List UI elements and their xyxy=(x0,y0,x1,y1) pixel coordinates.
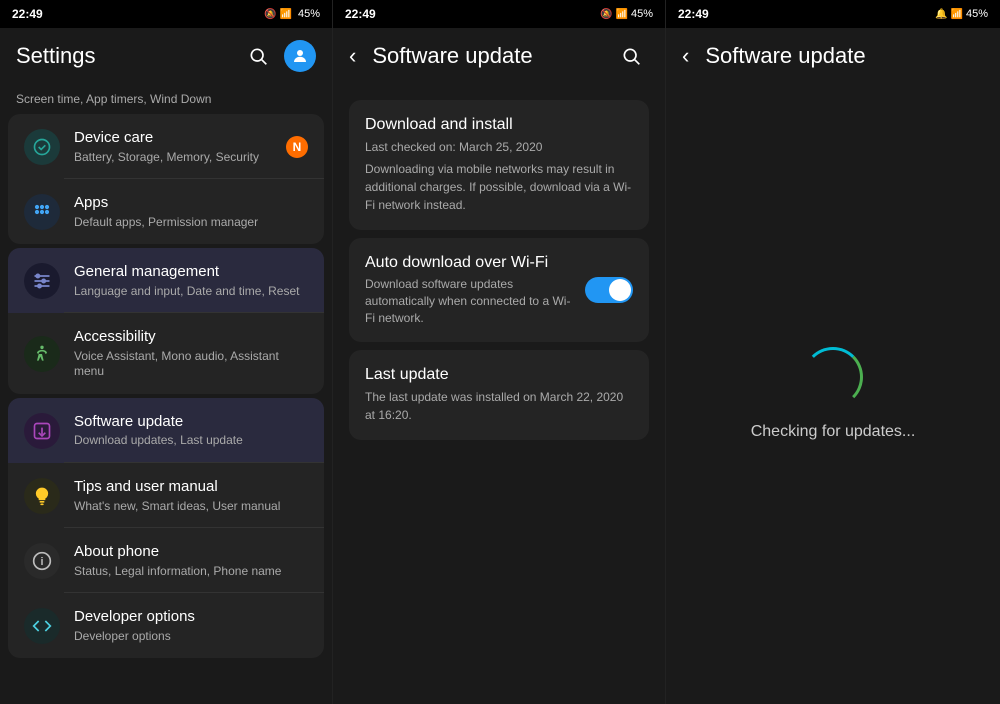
signal-icon-2: 📶 xyxy=(616,9,628,20)
auto-download-toggle[interactable] xyxy=(585,277,633,303)
settings-group-2: General management Language and input, D… xyxy=(8,248,324,394)
search-button-2[interactable] xyxy=(613,38,649,74)
developer-title: Developer options xyxy=(74,607,308,627)
settings-header: Settings xyxy=(0,28,332,84)
battery-text-3: 45% xyxy=(966,8,988,20)
download-desc1: Last checked on: March 25, 2020 xyxy=(365,138,633,156)
software-title: Software update xyxy=(74,412,308,432)
settings-item-developer[interactable]: Developer options Developer options xyxy=(8,593,324,658)
settings-item-general[interactable]: General management Language and input, D… xyxy=(8,248,324,313)
status-icons-2: 🔕 📶 45% xyxy=(600,8,653,20)
apps-title: Apps xyxy=(74,193,308,213)
battery-text-2: 45% xyxy=(631,8,653,20)
last-update-item[interactable]: Last update The last update was installe… xyxy=(349,350,649,440)
device-care-subtitle: Battery, Storage, Memory, Security xyxy=(74,150,286,166)
tips-icon xyxy=(24,478,60,514)
settings-item-apps[interactable]: Apps Default apps, Permission manager xyxy=(8,179,324,244)
device-care-badge: N xyxy=(286,136,308,158)
status-time-2: 22:49 xyxy=(345,7,376,21)
battery-text-1: 45% xyxy=(298,8,320,20)
apps-subtitle: Default apps, Permission manager xyxy=(74,215,308,231)
settings-title: Settings xyxy=(16,43,232,69)
about-icon: i xyxy=(24,543,60,579)
accessibility-icon xyxy=(24,336,60,372)
about-subtitle: Status, Legal information, Phone name xyxy=(74,564,308,580)
toggle-knob xyxy=(609,279,631,301)
search-button[interactable] xyxy=(240,38,276,74)
settings-item-about[interactable]: i About phone Status, Legal information,… xyxy=(8,528,324,593)
checking-header: ‹ Software update xyxy=(666,28,1000,84)
spinner-arc xyxy=(803,347,863,407)
general-icon xyxy=(24,263,60,299)
developer-icon xyxy=(24,608,60,644)
back-button-2[interactable]: ‹ xyxy=(349,43,356,69)
status-time-1: 22:49 xyxy=(12,7,43,21)
settings-group-3: Software update Download updates, Last u… xyxy=(8,398,324,658)
settings-panel: 22:49 🔕 📶 45% Settings Screen time, App … xyxy=(0,0,333,704)
checking-text: Checking for updates... xyxy=(751,423,916,441)
accessibility-title: Accessibility xyxy=(74,327,308,347)
status-bar-1: 22:49 🔕 📶 45% xyxy=(0,0,332,28)
auto-download-section: Auto download over Wi-Fi Download softwa… xyxy=(349,238,649,342)
notification-icon-2: 🔕 xyxy=(600,9,612,20)
general-subtitle: Language and input, Date and time, Reset xyxy=(74,284,308,300)
tips-subtitle: What's new, Smart ideas, User manual xyxy=(74,499,308,515)
status-icons-3: 🔔 📶 45% xyxy=(935,8,988,20)
tips-title: Tips and user manual xyxy=(74,477,308,497)
accessibility-subtitle: Voice Assistant, Mono audio, Assistant m… xyxy=(74,349,308,380)
download-title: Download and install xyxy=(365,116,633,134)
download-desc2: Downloading via mobile networks may resu… xyxy=(365,160,633,214)
notification-icon-3: 🔔 xyxy=(935,9,947,20)
svg-text:i: i xyxy=(40,556,43,568)
software-subtitle: Download updates, Last update xyxy=(74,433,308,449)
status-bar-2: 22:49 🔕 📶 45% xyxy=(333,0,665,28)
checking-updates-panel: 22:49 🔔 📶 45% ‹ Software update Checking… xyxy=(666,0,1000,704)
checking-title: Software update xyxy=(705,43,984,69)
settings-group-1: Device care Battery, Storage, Memory, Se… xyxy=(8,114,324,244)
software-update-content: Download and install Last checked on: Ma… xyxy=(333,84,665,704)
software-update-panel: 22:49 🔕 📶 45% ‹ Software update Download… xyxy=(333,0,666,704)
settings-item-device-care[interactable]: Device care Battery, Storage, Memory, Se… xyxy=(8,114,324,179)
about-title: About phone xyxy=(74,542,308,562)
software-update-title: Software update xyxy=(372,43,605,69)
settings-list: Screen time, App timers, Wind Down Devic… xyxy=(0,84,332,704)
section-hint: Screen time, App timers, Wind Down xyxy=(0,84,332,110)
settings-item-accessibility[interactable]: Accessibility Voice Assistant, Mono audi… xyxy=(8,313,324,394)
last-update-section: Last update The last update was installe… xyxy=(349,350,649,440)
last-update-title: Last update xyxy=(365,366,633,384)
last-update-desc: The last update was installed on March 2… xyxy=(365,388,633,424)
auto-download-row[interactable]: Auto download over Wi-Fi Download softwa… xyxy=(349,238,649,342)
settings-item-software-update[interactable]: Software update Download updates, Last u… xyxy=(8,398,324,463)
status-time-3: 22:49 xyxy=(678,7,709,21)
loading-spinner xyxy=(803,347,863,407)
status-bar-3: 22:49 🔔 📶 45% xyxy=(666,0,1000,28)
device-care-title: Device care xyxy=(74,128,286,148)
download-install-item[interactable]: Download and install Last checked on: Ma… xyxy=(349,100,649,230)
checking-container: Checking for updates... xyxy=(666,84,1000,704)
notification-icon: 🔕 xyxy=(264,9,276,20)
download-section: Download and install Last checked on: Ma… xyxy=(349,100,649,230)
device-care-icon xyxy=(24,129,60,165)
back-button-3[interactable]: ‹ xyxy=(682,43,689,69)
auto-download-title: Auto download over Wi-Fi xyxy=(365,254,573,272)
general-title: General management xyxy=(74,262,308,282)
avatar[interactable] xyxy=(284,40,316,72)
software-update-header: ‹ Software update xyxy=(333,28,665,84)
status-icons-1: 🔕 📶 45% xyxy=(264,8,320,20)
signal-icon-3: 📶 xyxy=(951,9,963,20)
signal-icon: 📶 xyxy=(280,9,292,20)
software-update-icon xyxy=(24,413,60,449)
settings-item-tips[interactable]: Tips and user manual What's new, Smart i… xyxy=(8,463,324,528)
auto-download-desc: Download software updates automatically … xyxy=(365,276,573,326)
apps-icon xyxy=(24,194,60,230)
developer-subtitle: Developer options xyxy=(74,629,308,645)
